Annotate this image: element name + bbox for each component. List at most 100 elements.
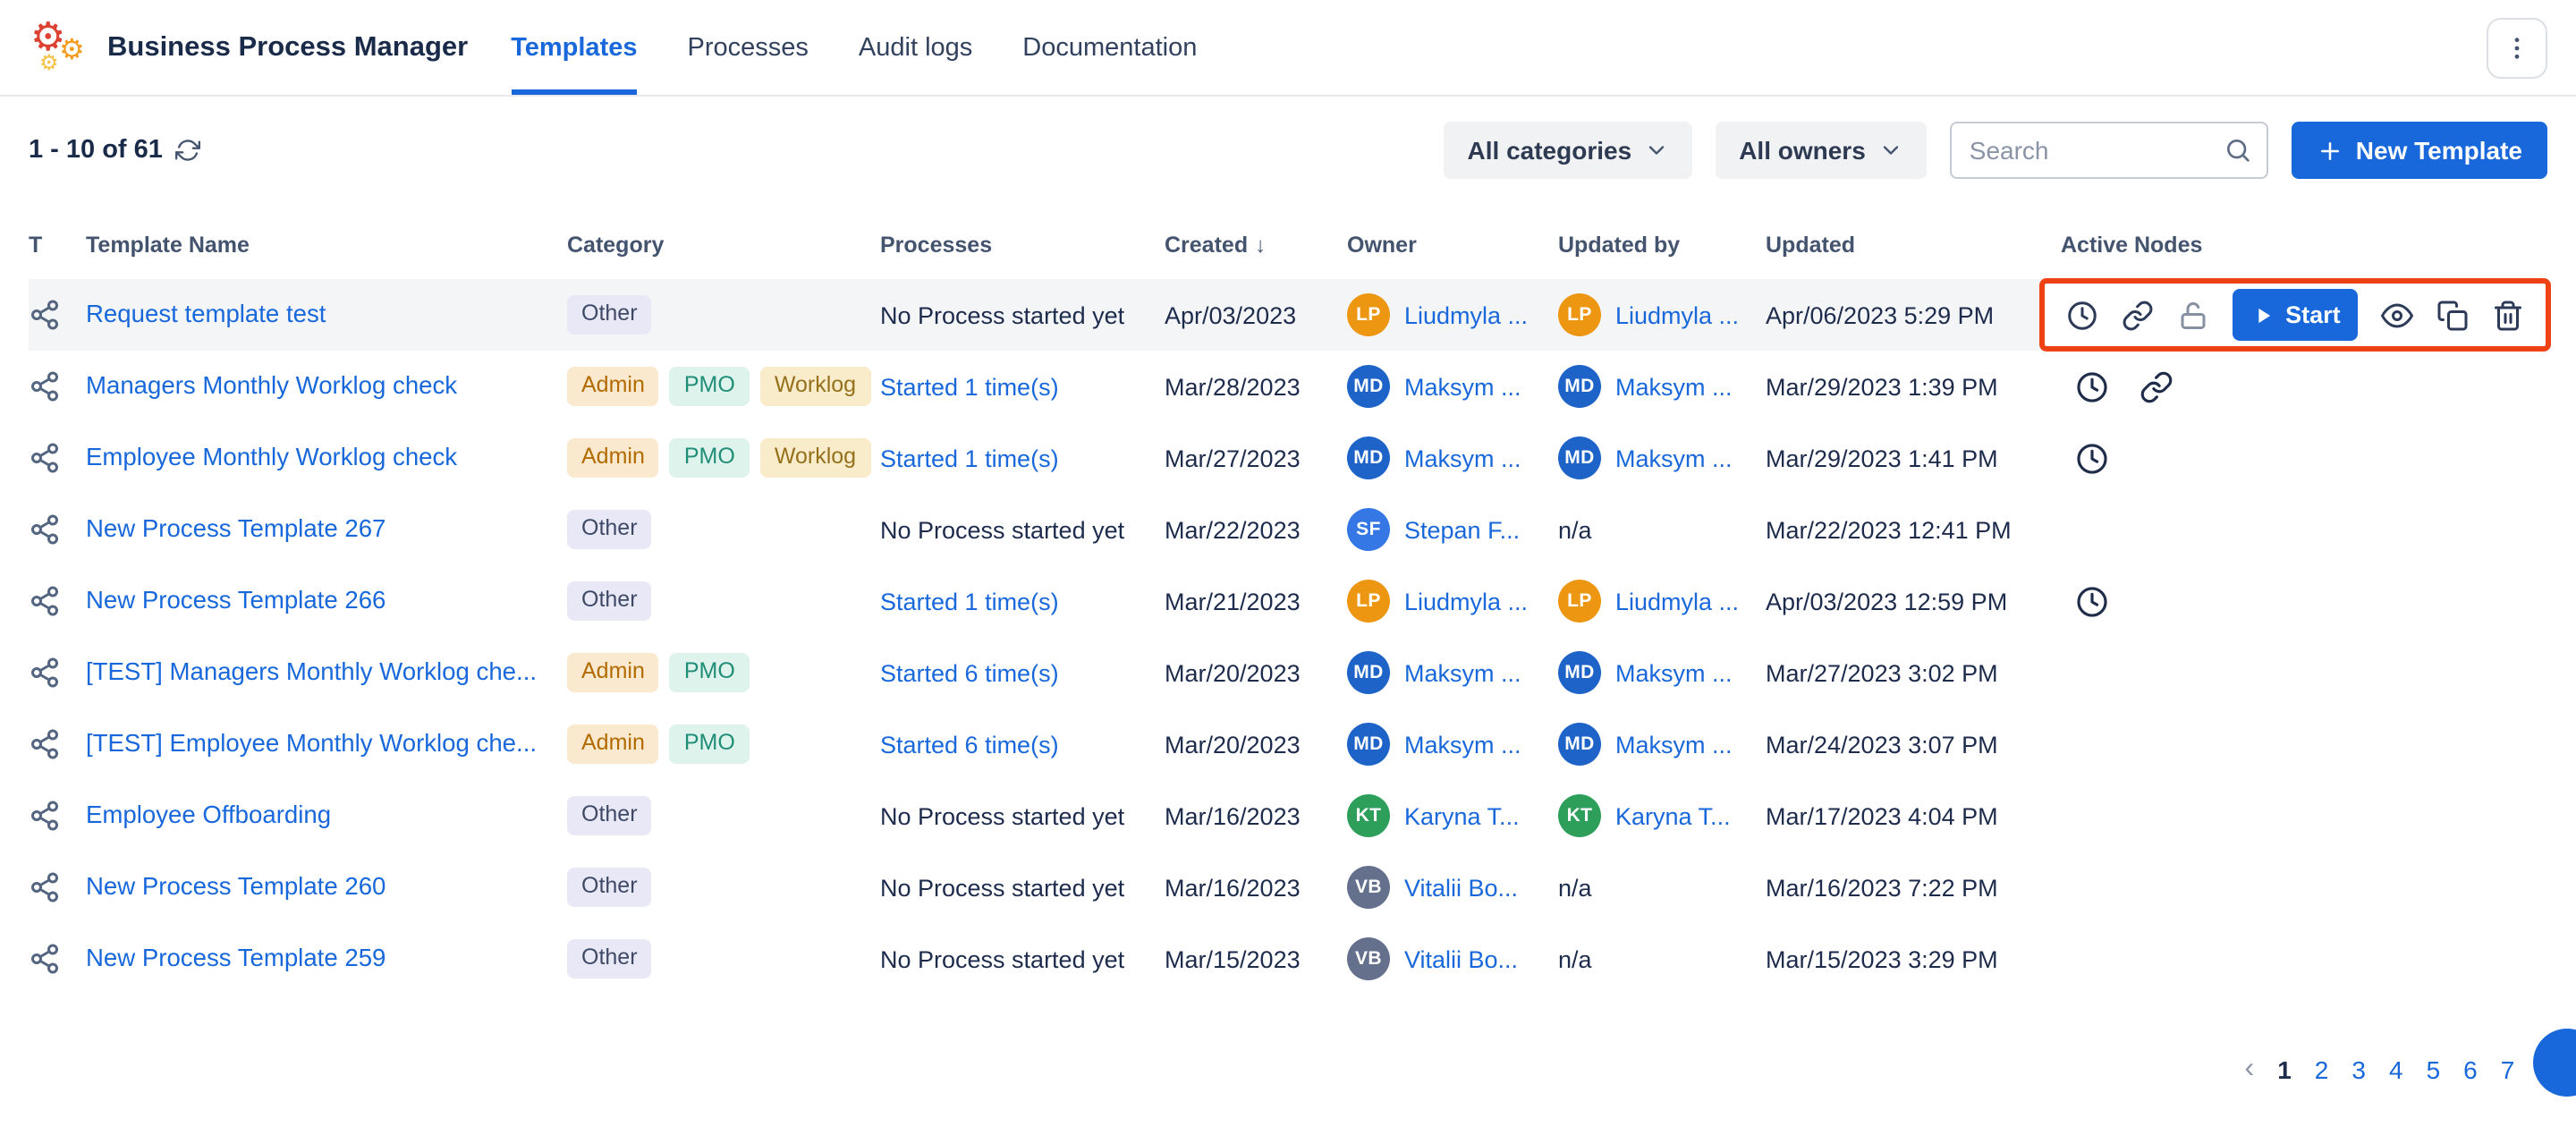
table-row[interactable]: New Process Template 260 Other No Proces… [29,852,2547,923]
column-created-sortable[interactable]: Created ↓ [1165,233,1347,258]
category-chip: Other [567,868,652,906]
updated-by-link[interactable]: Karyna T... [1615,802,1731,829]
updated-by-link[interactable]: Maksym ... [1615,731,1733,758]
table-row[interactable]: Employee Offboarding Other No Process st… [29,780,2547,852]
template-name-link[interactable]: New Process Template 267 [86,494,567,565]
chevron-down-icon [1644,138,1669,163]
updated-by-link[interactable]: Liudmyla ... [1615,301,1739,328]
process-link[interactable]: Started 1 time(s) [880,373,1165,400]
page-2[interactable]: 2 [2315,1055,2329,1084]
categories-filter-label: All categories [1468,136,1632,165]
template-name-link[interactable]: New Process Template 260 [86,852,567,923]
table-row[interactable]: New Process Template 266 Other Started 1… [29,565,2547,637]
created-date: Mar/27/2023 [1165,445,1347,471]
owner-link[interactable]: Maksym ... [1404,731,1521,758]
created-date: Mar/20/2023 [1165,731,1347,758]
page-6[interactable]: 6 [2463,1055,2478,1084]
owner-link[interactable]: Maksym ... [1404,373,1521,400]
template-name-link[interactable]: New Process Template 266 [86,565,567,637]
owner-link[interactable]: Maksym ... [1404,659,1521,686]
history-button[interactable] [2066,299,2098,331]
owner-link[interactable]: Vitalii Bo... [1404,874,1518,901]
template-type-icon [29,871,61,903]
template-name-link[interactable]: New Process Template 259 [86,923,567,995]
page-5[interactable]: 5 [2427,1055,2441,1084]
page-1[interactable]: 1 [2277,1055,2292,1084]
table-row[interactable]: [TEST] Managers Monthly Worklog che... A… [29,637,2547,708]
created-date: Mar/28/2023 [1165,373,1347,400]
column-updated-by: Updated by [1558,233,1766,258]
start-button[interactable]: Start [2232,289,2359,341]
template-type-icon [29,299,61,331]
table-row[interactable]: New Process Template 259 Other No Proces… [29,923,2547,995]
active-node-clock-icon [2075,584,2109,618]
avatar: MD [1558,365,1601,408]
more-menu-button[interactable] [2487,17,2547,78]
template-name-link[interactable]: [TEST] Managers Monthly Worklog che... [86,637,567,708]
process-link[interactable]: Started 1 time(s) [880,588,1165,614]
owner-link[interactable]: Maksym ... [1404,445,1521,471]
template-name-link[interactable]: Request template test [86,279,567,351]
tab-templates[interactable]: Templates [511,0,637,95]
page-7[interactable]: 7 [2501,1055,2515,1084]
prev-page-chevron[interactable]: ‹ [2245,1055,2255,1084]
template-name-link[interactable]: Managers Monthly Worklog check [86,351,567,422]
owners-filter-dropdown[interactable]: All owners [1716,122,1927,179]
template-name-link[interactable]: Employee Offboarding [86,780,567,852]
copy-button[interactable] [2436,299,2469,331]
category-chip: Worklog [760,438,870,477]
page-3[interactable]: 3 [2351,1055,2366,1084]
refresh-button[interactable] [175,138,200,163]
column-template-name: Template Name [86,233,567,258]
delete-button[interactable] [2492,299,2524,331]
main-nav: Templates Processes Audit logs Documenta… [511,0,1197,95]
template-name-link[interactable]: Employee Monthly Worklog check [86,422,567,494]
category-chip: Other [567,510,652,548]
categories-filter-dropdown[interactable]: All categories [1445,122,1693,179]
row-actions-annotation-box: Start [2039,278,2551,352]
tab-documentation[interactable]: Documentation [1022,0,1197,95]
start-label: Start [2285,301,2341,328]
pagination: ‹ 1 2 3 4 5 6 7 › [2245,1055,2547,1084]
owner-link[interactable]: Karyna T... [1404,802,1520,829]
category-chip: Other [567,581,652,620]
permissions-button[interactable] [2176,299,2208,331]
owner-link[interactable]: Liudmyla ... [1404,301,1528,328]
page-4[interactable]: 4 [2389,1055,2403,1084]
created-date: Apr/03/2023 [1165,301,1347,328]
watch-button[interactable] [2381,299,2413,331]
owner-link[interactable]: Stepan F... [1404,516,1520,543]
process-status: No Process started yet [880,301,1165,328]
category-chip: Admin [567,653,659,691]
template-type-icon [29,585,61,617]
owner-link[interactable]: Vitalii Bo... [1404,945,1518,972]
toolbar-controls: All categories All owners New Template [1445,122,2547,179]
template-name-link[interactable]: [TEST] Employee Monthly Worklog che... [86,708,567,780]
column-processes: Processes [880,233,1165,258]
search-input[interactable] [1950,122,2268,179]
updated-date: Mar/15/2023 3:29 PM [1766,945,2061,972]
table-header-row: T Template Name Category Processes Creat… [29,211,2547,279]
help-fab-button[interactable] [2533,1029,2576,1097]
updated-by-link[interactable]: Maksym ... [1615,445,1733,471]
table-row[interactable]: Employee Monthly Worklog check Admin PMO… [29,422,2547,494]
link-button[interactable] [2122,299,2154,331]
updated-by-link[interactable]: Maksym ... [1615,659,1733,686]
process-link[interactable]: Started 1 time(s) [880,445,1165,471]
tab-processes[interactable]: Processes [688,0,809,95]
tab-audit-logs[interactable]: Audit logs [859,0,972,95]
table-row[interactable]: Managers Monthly Worklog check Admin PMO… [29,351,2547,422]
category-chip: PMO [670,438,750,477]
process-link[interactable]: Started 6 time(s) [880,731,1165,758]
template-type-icon [29,513,61,546]
table-row[interactable]: [TEST] Employee Monthly Worklog che... A… [29,708,2547,780]
avatar: MD [1558,651,1601,694]
owner-link[interactable]: Liudmyla ... [1404,588,1528,614]
process-link[interactable]: Started 6 time(s) [880,659,1165,686]
table-row[interactable]: Request template test Other No Process s… [29,279,2547,351]
new-template-button[interactable]: New Template [2292,122,2547,179]
avatar: KT [1558,794,1601,837]
updated-by-link[interactable]: Liudmyla ... [1615,588,1739,614]
updated-by-link[interactable]: Maksym ... [1615,373,1733,400]
table-row[interactable]: New Process Template 267 Other No Proces… [29,494,2547,565]
